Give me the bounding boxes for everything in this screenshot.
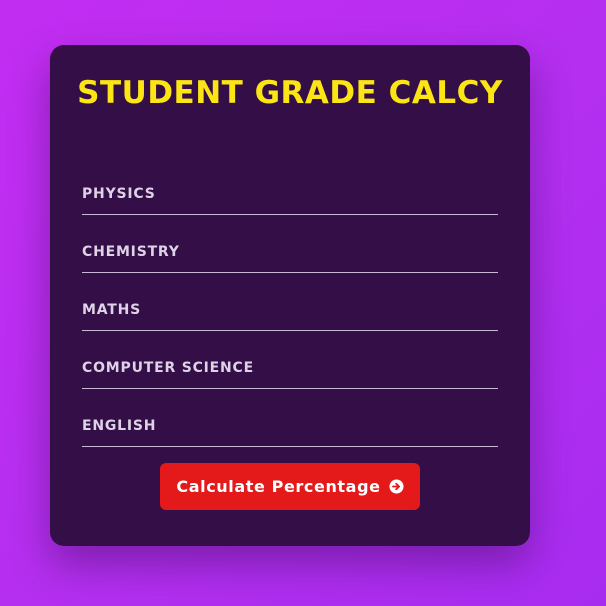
english-label: ENGLISH — [82, 418, 157, 434]
maths-label: MATHS — [82, 302, 142, 318]
maths-input[interactable] — [82, 292, 498, 330]
chemistry-field[interactable]: CHEMISTRY — [82, 233, 498, 273]
grade-calculator-card: STUDENT GRADE CALCY PHYSICS CHEMISTRY MA… — [50, 45, 530, 546]
page-title: STUDENT GRADE CALCY — [77, 75, 503, 111]
physics-label: PHYSICS — [82, 186, 156, 202]
chemistry-label: CHEMISTRY — [82, 244, 180, 260]
arrow-circle-right-icon — [389, 479, 404, 494]
calculate-percentage-label: Calculate Percentage — [176, 477, 381, 496]
english-field[interactable]: ENGLISH — [82, 407, 498, 447]
computer-science-field[interactable]: COMPUTER SCIENCE — [82, 349, 498, 389]
computer-science-label: COMPUTER SCIENCE — [82, 360, 254, 376]
physics-field[interactable]: PHYSICS — [82, 175, 498, 215]
maths-field[interactable]: MATHS — [82, 291, 498, 331]
calculate-percentage-button[interactable]: Calculate Percentage — [160, 463, 420, 510]
